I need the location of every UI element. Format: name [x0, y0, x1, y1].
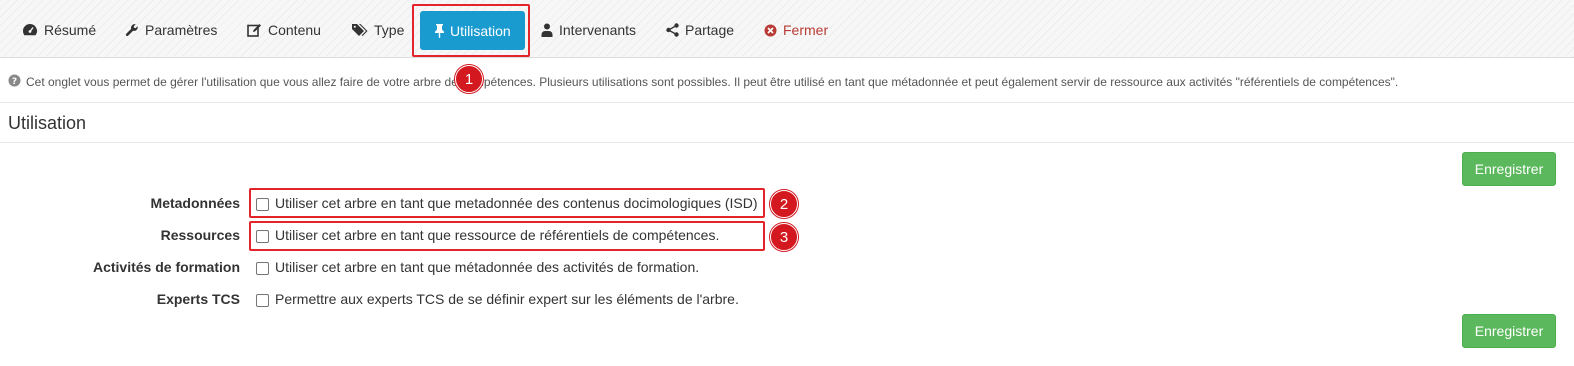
row-label: Activités de formation: [92, 259, 240, 275]
tags-icon: [351, 23, 368, 37]
row-text[interactable]: Utiliser cet arbre en tant que metadonné…: [275, 195, 758, 211]
row-label: Metadonnées: [150, 195, 240, 211]
tab-contenu[interactable]: Contenu: [247, 10, 321, 50]
tab-type[interactable]: Type: [351, 10, 404, 50]
callout-badge-2: 2: [770, 190, 798, 218]
tab-label: Utilisation: [450, 22, 511, 39]
edit-icon: [247, 23, 262, 37]
callout-badge-3: 3: [770, 223, 798, 251]
tab-label: Paramètres: [145, 22, 218, 38]
info-text: Cet onglet vous permet de gérer l'utilis…: [26, 75, 1399, 89]
tab-utilisation[interactable]: Utilisation: [420, 11, 525, 50]
form-row-metadonnees: Metadonnées Utiliser cet arbre en tant q…: [0, 192, 900, 216]
divider: [0, 102, 1574, 103]
share-icon: [666, 23, 679, 37]
tab-parametres[interactable]: Paramètres: [125, 10, 217, 50]
divider: [0, 142, 1574, 143]
info-message: ? Cet onglet vous permet de gérer l'util…: [8, 74, 1398, 90]
save-button-bottom[interactable]: Enregistrer: [1462, 314, 1556, 348]
tab-fermer[interactable]: Fermer: [764, 10, 828, 50]
callout-badge-1: 1: [455, 65, 483, 93]
user-icon: [541, 23, 553, 37]
ressources-checkbox[interactable]: [256, 230, 269, 243]
form-row-activites: Activités de formation Utiliser cet arbr…: [0, 256, 900, 280]
row-text[interactable]: Utiliser cet arbre en tant que métadonné…: [275, 259, 699, 275]
row-label: Ressources: [160, 227, 240, 243]
activites-checkbox[interactable]: [256, 262, 269, 275]
svg-text:?: ?: [12, 77, 17, 87]
row-text[interactable]: Permettre aux experts TCS de se définir …: [275, 291, 739, 307]
close-circle-icon: [764, 24, 777, 37]
tab-label: Contenu: [268, 22, 321, 38]
metadonnees-checkbox[interactable]: [256, 198, 269, 211]
pin-icon: [434, 23, 445, 38]
save-button-top[interactable]: Enregistrer: [1462, 152, 1556, 186]
form-row-ressources: Ressources Utiliser cet arbre en tant qu…: [0, 224, 900, 248]
row-text[interactable]: Utiliser cet arbre en tant que ressource…: [275, 227, 719, 243]
tab-label: Résumé: [44, 22, 97, 38]
tab-label: Fermer: [783, 22, 829, 38]
section-title: Utilisation: [8, 113, 87, 133]
tab-label: Partage: [685, 22, 735, 38]
row-label: Experts TCS: [156, 291, 240, 307]
tab-label: Type: [374, 22, 405, 38]
form-row-experts-tcs: Experts TCS Permettre aux experts TCS de…: [0, 288, 900, 312]
dashboard-icon: [22, 23, 38, 37]
tab-bar: Résumé Paramètres Contenu Type Utilisati…: [0, 0, 1574, 58]
experts-tcs-checkbox[interactable]: [256, 294, 269, 307]
question-circle-icon: ?: [8, 74, 21, 90]
wrench-icon: [125, 23, 139, 37]
tab-label: Intervenants: [559, 22, 637, 38]
tab-resume[interactable]: Résumé: [22, 10, 96, 50]
tab-intervenants[interactable]: Intervenants: [541, 10, 636, 50]
tab-partage[interactable]: Partage: [666, 10, 734, 50]
